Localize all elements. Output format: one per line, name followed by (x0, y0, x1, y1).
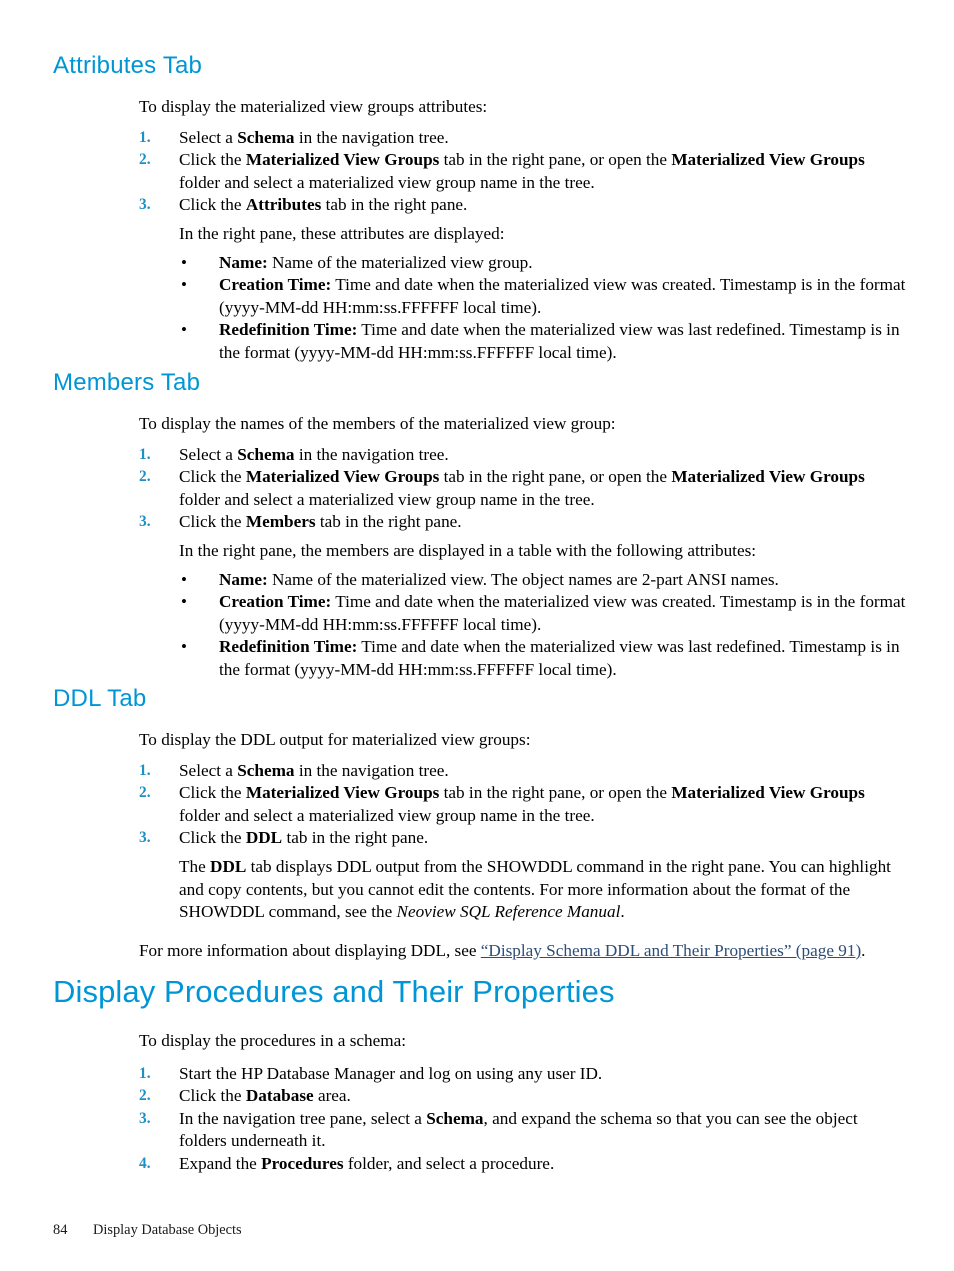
section-display-procedures: Display Procedures and Their Properties … (53, 974, 909, 1176)
bullet-text: Redefinition Time: Time and date when th… (219, 637, 900, 679)
bullet-item: • Creation Time: Time and date when the … (179, 274, 909, 319)
step-number: 3. (139, 829, 151, 847)
bullet-text: Creation Time: Time and date when the ma… (219, 592, 906, 634)
step-text: Click the Materialized View Groups tab i… (179, 150, 865, 192)
step-text: Start the HP Database Manager and log on… (179, 1063, 603, 1083)
steps-display-procedures: 1. Start the HP Database Manager and log… (53, 1063, 909, 1176)
step-number: 4. (139, 1154, 151, 1172)
step-number: 3. (139, 513, 151, 531)
bullet-dot: • (181, 275, 187, 295)
step-item: 1. Select a Schema in the navigation tre… (139, 127, 909, 150)
bullet-dot: • (181, 592, 187, 612)
step-text: Click the Members tab in the right pane. (179, 512, 462, 532)
step-text: Click the Materialized View Groups tab i… (179, 467, 865, 509)
step-number: 1. (139, 1064, 151, 1082)
bullet-dot: • (181, 252, 187, 272)
step-number: 2. (139, 468, 151, 486)
bullet-item: • Redefinition Time: Time and date when … (179, 319, 909, 364)
intro-display-procedures: To display the procedures in a schema: (139, 1031, 407, 1050)
section-ddl-tab: DDL Tab To display the DDL output for ma… (53, 685, 909, 962)
step-item: 2. Click the Materialized View Groups ta… (139, 466, 909, 511)
bullets-members-tab: • Name: Name of the materialized view. T… (53, 569, 909, 682)
step-item: 1. Select a Schema in the navigation tre… (139, 444, 909, 467)
bullet-item: • Name: Name of the materialized view. T… (179, 569, 909, 592)
intro-members-tab: To display the names of the members of t… (139, 414, 616, 433)
step-number: 2. (139, 784, 151, 802)
step-text: Select a Schema in the navigation tree. (179, 760, 449, 780)
step-number: 1. (139, 761, 151, 779)
note-ddl-tab: The DDL tab displays DDL output from the… (179, 856, 891, 922)
heading-ddl-tab: DDL Tab (53, 685, 147, 712)
bullet-text: Name: Name of the materialized view. The… (219, 569, 779, 589)
step-item: 3. In the navigation tree pane, select a… (139, 1108, 909, 1153)
step-item: 3. Click the Members tab in the right pa… (139, 511, 909, 534)
page-footer: 84 Display Database Objects (53, 1221, 242, 1239)
bullet-item: • Creation Time: Time and date when the … (179, 591, 909, 636)
step-item: 1. Start the HP Database Manager and log… (139, 1063, 909, 1086)
step-text: Expand the Procedures folder, and select… (179, 1153, 555, 1173)
crossref-ddl-tab[interactable]: For more information about displaying DD… (139, 940, 909, 963)
steps-ddl-tab: 1. Select a Schema in the navigation tre… (53, 760, 909, 850)
step-number: 1. (139, 445, 151, 463)
bullet-item: • Redefinition Time: Time and date when … (179, 636, 909, 681)
step-number: 1. (139, 128, 151, 146)
footer-page-number: 84 (53, 1222, 68, 1238)
step-number: 3. (139, 196, 151, 214)
step-number: 2. (139, 1087, 151, 1105)
step-text: In the navigation tree pane, select a Sc… (179, 1108, 858, 1151)
bullet-item: • Name: Name of the materialized view gr… (179, 252, 909, 275)
steps-members-tab: 1. Select a Schema in the navigation tre… (53, 444, 909, 534)
bullet-text: Creation Time: Time and date when the ma… (219, 275, 906, 317)
step-item: 4. Expand the Procedures folder, and sel… (139, 1153, 909, 1176)
step-item: 3. Click the Attributes tab in the right… (139, 194, 909, 217)
bullet-text: Name: Name of the materialized view grou… (219, 252, 533, 272)
step-text: Click the Materialized View Groups tab i… (179, 783, 865, 825)
intro-attributes-tab: To display the materialized view groups … (139, 97, 488, 116)
footer-section-title: Display Database Objects (93, 1222, 242, 1238)
document-page: Attributes Tab To display the materializ… (0, 0, 954, 1271)
step-item: 3. Click the DDL tab in the right pane. (139, 827, 909, 850)
note-members-tab: In the right pane, the members are displ… (179, 540, 757, 560)
step-item: 2. Click the Materialized View Groups ta… (139, 149, 909, 194)
heading-display-procedures: Display Procedures and Their Properties (53, 974, 615, 1009)
step-text: Click the Database area. (179, 1086, 351, 1106)
bullet-text: Redefinition Time: Time and date when th… (219, 320, 900, 362)
heading-members-tab: Members Tab (53, 369, 201, 396)
step-item: 2. Click the Materialized View Groups ta… (139, 782, 909, 827)
section-members-tab: Members Tab To display the names of the … (53, 369, 909, 682)
step-text: Select a Schema in the navigation tree. (179, 127, 449, 147)
note-attributes-tab: In the right pane, these attributes are … (179, 223, 505, 243)
bullet-dot: • (181, 569, 187, 589)
section-attributes-tab: Attributes Tab To display the materializ… (53, 52, 909, 365)
bullet-dot: • (181, 320, 187, 340)
heading-attributes-tab: Attributes Tab (53, 52, 203, 79)
step-text: Click the Attributes tab in the right pa… (179, 195, 468, 215)
steps-attributes-tab: 1. Select a Schema in the navigation tre… (53, 127, 909, 217)
step-text: Select a Schema in the navigation tree. (179, 444, 449, 464)
step-item: 2. Click the Database area. (139, 1085, 909, 1108)
step-item: 1. Select a Schema in the navigation tre… (139, 760, 909, 783)
bullets-attributes-tab: • Name: Name of the materialized view gr… (53, 252, 909, 365)
intro-ddl-tab: To display the DDL output for materializ… (139, 730, 531, 749)
bullet-dot: • (181, 637, 187, 657)
step-text: Click the DDL tab in the right pane. (179, 828, 429, 848)
step-number: 3. (139, 1109, 151, 1127)
step-number: 2. (139, 151, 151, 169)
